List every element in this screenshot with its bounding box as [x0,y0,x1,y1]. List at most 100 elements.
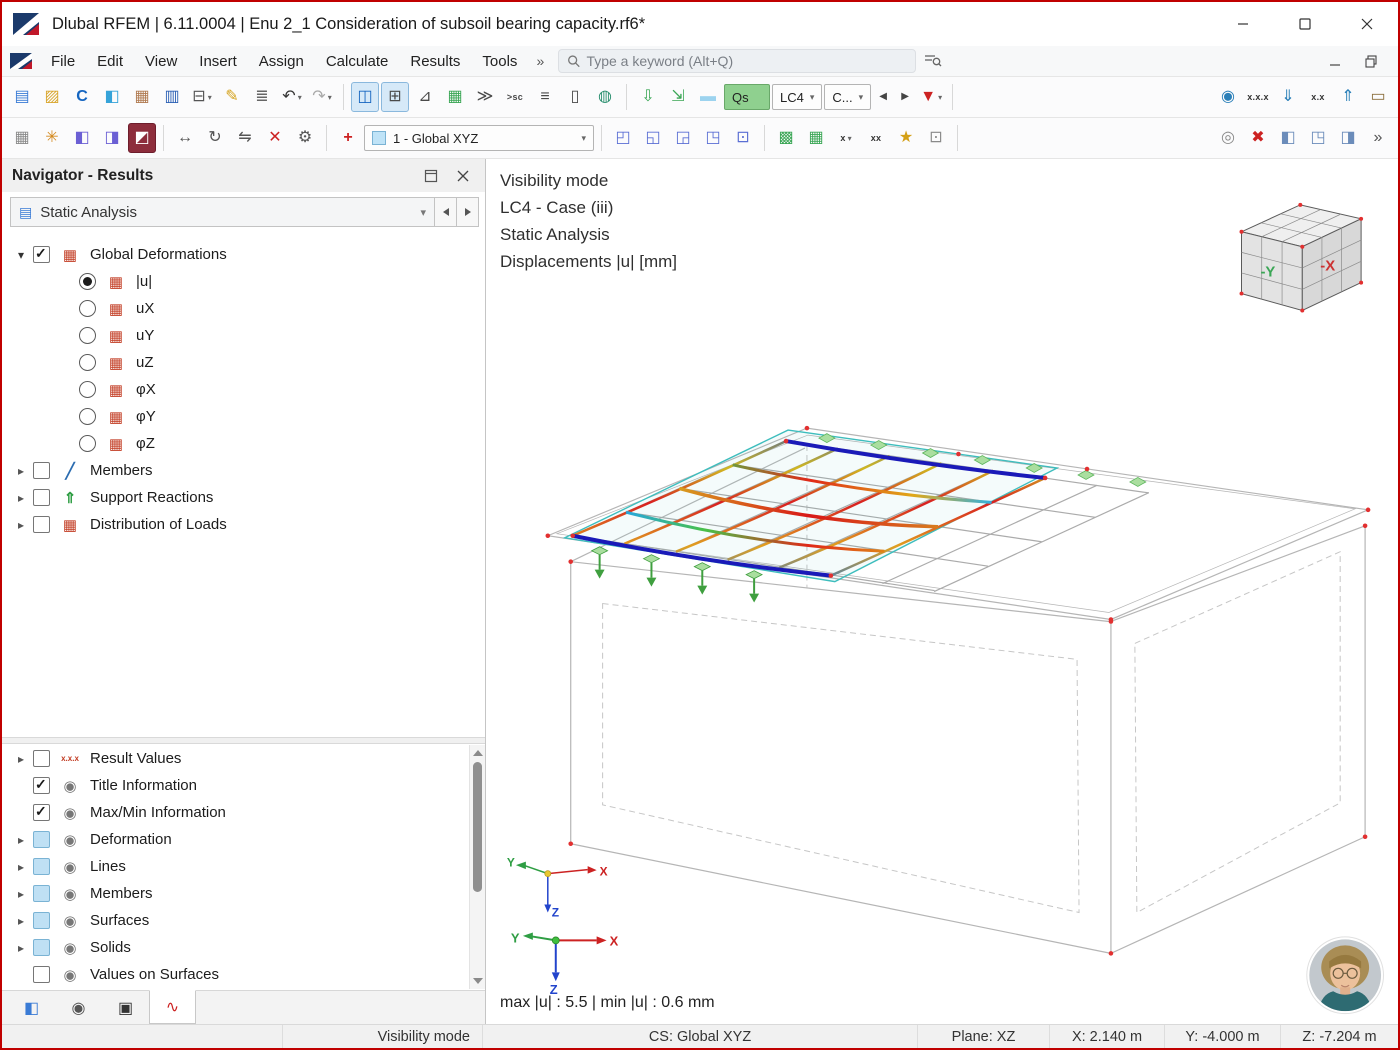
new-solid-button[interactable]: ⊡ [729,123,757,153]
dock-panel-icon[interactable] [419,164,443,188]
coordinate-system-combo[interactable]: 1 - Global XYZ [364,125,594,151]
tree-item-uz[interactable]: uZ [2,349,469,376]
show-result-values-button[interactable]: ◉ [1214,82,1242,112]
scrollbar-thumb[interactable] [473,762,482,892]
tree-item-uy[interactable]: uY [2,322,469,349]
radio-button[interactable] [79,408,96,425]
result-tables-button[interactable]: ▦ [441,82,469,112]
radio-button[interactable] [79,300,96,317]
menu-insert[interactable]: Insert [188,49,248,74]
tab-display[interactable]: ◉ [55,991,102,1024]
model-library-button[interactable]: ◧ [98,82,126,112]
clipping-box-button[interactable]: ◨ [1334,123,1362,153]
average-regions-button[interactable]: x [832,123,860,153]
tab-views[interactable]: ▣ [102,991,149,1024]
new-model-button[interactable]: ▤ [8,82,36,112]
tree-item-maxmin-information[interactable]: Max/Min Information [2,799,469,826]
tab-data[interactable]: ◧ [8,991,55,1024]
printout-report-button[interactable]: ≣ [248,82,276,112]
tree-item-phix[interactable]: φX [2,376,469,403]
tab-results[interactable]: ∿ [149,990,196,1024]
radio-button[interactable] [79,327,96,344]
save-button[interactable]: ▥ [158,82,186,112]
checkbox[interactable] [33,939,50,956]
previous-case-button[interactable]: ◀ [873,82,893,112]
result-filter-button[interactable]: ▼ [917,82,945,112]
checkbox[interactable] [33,750,50,767]
measure-button[interactable]: ↔ [171,123,199,153]
load-symbol-combo[interactable]: Qs [724,84,770,110]
menu-results[interactable]: Results [399,49,471,74]
result-export-button[interactable]: ⇑ [1334,82,1362,112]
tree-item-members-display[interactable]: Members [2,880,469,907]
tree-item-phiy[interactable]: φY [2,403,469,430]
scroll-down-icon[interactable] [473,978,483,984]
isometric-view-button[interactable]: ◧ [1274,123,1302,153]
menu-calculate[interactable]: Calculate [315,49,400,74]
next-case-button[interactable]: ▶ [895,82,915,112]
navigator-splitter[interactable] [2,737,485,744]
assistant-avatar[interactable] [1306,936,1385,1015]
tree-item-support-reactions[interactable]: Support Reactions [2,484,469,511]
tree-item-result-values[interactable]: Result Values [2,745,469,772]
expander-icon[interactable] [12,887,30,901]
tree-item-solids[interactable]: Solids [2,934,469,961]
view-in-direction-button[interactable]: ◳ [1304,123,1332,153]
online-services-button[interactable]: ◍ [591,82,619,112]
export-sc-button[interactable]: >sc [501,82,529,112]
radio-button[interactable] [79,381,96,398]
min-max-values-button[interactable]: ⇓ [1274,82,1302,112]
export-tables-button[interactable]: ≫ [471,82,499,112]
expander-icon[interactable] [12,941,30,955]
expander-icon[interactable] [12,464,30,478]
printout-graphic-button[interactable]: ▦ [128,82,156,112]
menu-assign[interactable]: Assign [248,49,315,74]
case-filter-combo[interactable]: C... [824,84,872,110]
dlubal-center-button[interactable]: C [68,82,96,112]
generated-objects-button[interactable]: ⊡ [922,123,950,153]
decimal-places-button[interactable]: x.x [1304,82,1332,112]
snap-settings-button[interactable]: ✳ [38,123,66,153]
new-surface-button[interactable]: ◲ [669,123,697,153]
open-model-button[interactable]: ▨ [38,82,66,112]
result-diagram-button[interactable]: ⊿ [411,82,439,112]
zoom-region-button[interactable]: ◎ [1214,123,1242,153]
mirror-button[interactable]: ⇋ [231,123,259,153]
menu-edit[interactable]: Edit [86,49,134,74]
checkbox[interactable] [33,489,50,506]
tables-panel-toggle[interactable]: ⊞ [381,82,409,112]
toolbar-overflow-button[interactable]: » [1364,123,1392,153]
scroll-up-icon[interactable] [473,750,483,756]
generate-mesh-button[interactable]: ▩ [772,123,800,153]
expander-icon[interactable] [12,833,30,847]
menu-overflow-chevrons[interactable]: » [528,53,552,69]
load-wizard-button[interactable]: ⇲ [664,82,692,112]
expander-icon[interactable] [12,248,30,262]
new-node-button[interactable]: ◰ [609,123,637,153]
materials-cart-button[interactable]: ▭ [1364,82,1392,112]
menu-tools[interactable]: Tools [471,49,528,74]
checkbox[interactable] [33,462,50,479]
tree-item-lines[interactable]: Lines [2,853,469,880]
tree-item-u-abs[interactable]: |u| [2,268,469,295]
search-input[interactable] [586,53,908,69]
checkbox[interactable] [33,912,50,929]
radio-button[interactable] [79,435,96,452]
print-button[interactable]: ⊟ [188,82,216,112]
tree-item-title-information[interactable]: Title Information [2,772,469,799]
tree-item-deformation[interactable]: Deformation [2,826,469,853]
tree-item-global-deformations[interactable]: Global Deformations [2,241,469,268]
radio-button[interactable] [79,273,96,290]
load-cases-button[interactable]: ⇩ [634,82,662,112]
checkbox[interactable] [33,831,50,848]
expander-icon[interactable] [12,914,30,928]
coordinate-system-button[interactable]: + [334,123,362,153]
tree-item-values-on-surfaces[interactable]: Values on Surfaces [2,961,469,988]
navigator-scrollbar[interactable] [469,745,485,989]
load-case-combo[interactable]: LC4 [772,84,823,110]
result-values-settings-button[interactable]: x.x.x [1244,82,1272,112]
redo-button[interactable]: ↷ [308,82,336,112]
tree-item-members[interactable]: Members [2,457,469,484]
navigator-panel-toggle[interactable]: ◫ [351,82,379,112]
new-generated-button[interactable]: ★ [892,123,920,153]
